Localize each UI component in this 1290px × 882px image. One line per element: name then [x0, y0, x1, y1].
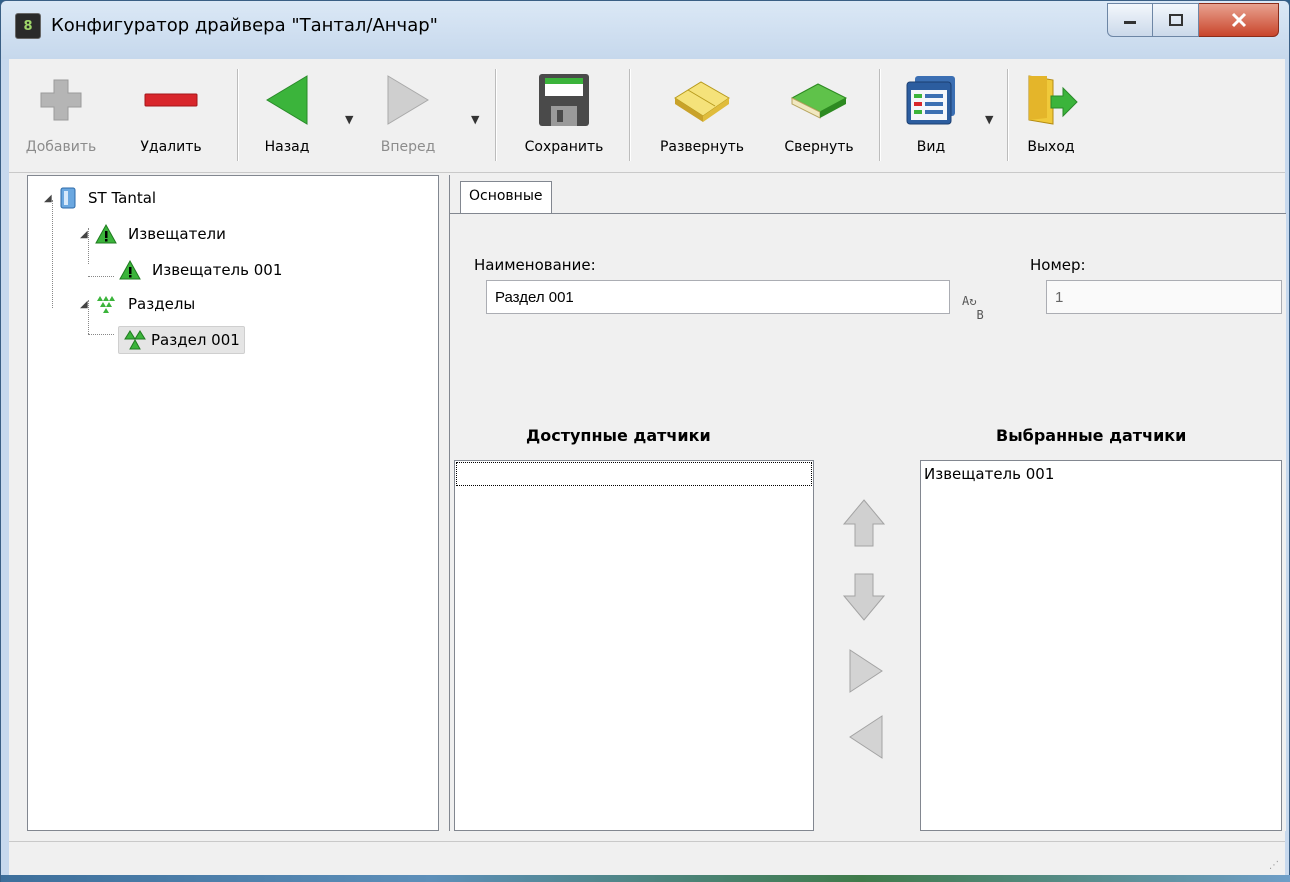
number-label: Номер: — [1030, 256, 1086, 274]
config-tree[interactable]: ◢ ST Tantal ◢ Извещатели Извещатель 001 … — [27, 175, 439, 831]
view-dropdown-icon[interactable]: ▼ — [985, 113, 993, 126]
collapse-triangle-icon[interactable]: ◢ — [80, 299, 94, 310]
close-icon — [1231, 12, 1246, 28]
maximize-icon — [1168, 14, 1183, 26]
collapse-label: Свернуть — [784, 139, 854, 155]
section-icon — [124, 330, 146, 350]
list-item[interactable]: Извещатель 001 — [921, 461, 1281, 487]
move-down-arrow-icon[interactable] — [842, 572, 886, 622]
minimize-icon — [1124, 21, 1136, 24]
tab-main[interactable]: Основные — [460, 181, 552, 213]
view-label: Вид — [916, 139, 946, 155]
forward-arrow-icon — [376, 65, 440, 135]
tree-label: Извещатели — [128, 225, 226, 243]
number-field[interactable] — [1046, 280, 1282, 314]
tree-node-root[interactable]: ◢ ST Tantal — [44, 184, 160, 212]
toolbar: Добавить Удалить Назад ▼ Вперед ▼ Сохран… — [9, 59, 1285, 173]
title-bar[interactable]: 8 Конфигуратор драйвера "Тантал/Анчар" — [1, 1, 1289, 59]
add-button[interactable]: Добавить — [19, 65, 103, 169]
app-icon: 8 — [15, 13, 41, 39]
tree-line — [52, 200, 53, 308]
save-button[interactable]: Сохранить — [509, 65, 619, 169]
collapse-triangle-icon[interactable]: ◢ — [80, 229, 94, 240]
toolbar-separator — [237, 69, 238, 161]
view-button[interactable]: Вид — [895, 65, 967, 169]
minus-icon — [139, 65, 203, 135]
back-dropdown-icon[interactable]: ▼ — [345, 113, 353, 126]
add-label: Добавить — [25, 139, 97, 155]
delete-button[interactable]: Удалить — [133, 65, 209, 169]
forward-dropdown-icon[interactable]: ▼ — [471, 113, 479, 126]
window-title: Конфигуратор драйвера "Тантал/Анчар" — [51, 15, 438, 36]
available-sensors-list[interactable] — [454, 460, 814, 831]
expand-button[interactable]: Развернуть — [643, 65, 761, 169]
device-icon — [60, 187, 76, 209]
exit-button[interactable]: Выход — [1017, 65, 1085, 169]
splitter[interactable] — [443, 175, 447, 831]
resize-grip-icon[interactable]: ⋰ — [1269, 860, 1279, 871]
collapse-triangle-icon[interactable]: ◢ — [44, 193, 58, 204]
tree-line — [88, 334, 114, 335]
tab-panel-main: Наименование: A↻ B Номер: Доступные датч… — [450, 214, 1286, 831]
floppy-disk-icon — [532, 65, 596, 135]
properties-panel: Основные Наименование: A↻ B Номер: Досту… — [449, 175, 1286, 831]
tree-node-detector-001[interactable]: Извещатель 001 — [118, 256, 286, 284]
tree-node-detectors[interactable]: ◢ Извещатели — [80, 220, 230, 248]
plus-icon — [29, 65, 93, 135]
back-label: Назад — [264, 139, 310, 155]
warning-triangle-icon — [95, 223, 117, 244]
expand-label: Развернуть — [659, 139, 745, 155]
forward-button[interactable]: Вперед — [373, 65, 443, 169]
add-to-selected-arrow-icon[interactable] — [846, 646, 886, 696]
view-window-icon — [899, 65, 963, 135]
toolbar-separator — [1007, 69, 1008, 161]
save-label: Сохранить — [524, 139, 604, 155]
toolbar-separator — [879, 69, 880, 161]
tree-label: Извещатель 001 — [152, 261, 283, 279]
tree-label: Раздел 001 — [151, 331, 240, 349]
close-button[interactable] — [1199, 3, 1279, 37]
exit-door-icon — [1019, 65, 1083, 135]
window-controls — [1107, 3, 1279, 37]
toolbar-separator — [495, 69, 496, 161]
move-up-arrow-icon[interactable] — [842, 498, 886, 548]
selected-sensors-list[interactable]: Извещатель 001 — [920, 460, 1282, 831]
closed-book-icon — [787, 65, 851, 135]
name-label: Наименование: — [474, 256, 596, 274]
main-window: 8 Конфигуратор драйвера "Тантал/Анчар" Д… — [0, 0, 1290, 882]
maximize-button[interactable] — [1153, 3, 1199, 37]
exit-label: Выход — [1027, 139, 1075, 155]
open-book-icon — [670, 65, 734, 135]
main-content: ◢ ST Tantal ◢ Извещатели Извещатель 001 … — [9, 173, 1286, 841]
name-field[interactable] — [486, 280, 950, 314]
back-button[interactable]: Назад — [257, 65, 317, 169]
back-arrow-icon — [255, 65, 319, 135]
remove-from-selected-arrow-icon[interactable] — [846, 712, 886, 762]
warning-triangle-icon — [119, 259, 141, 280]
minimize-button[interactable] — [1107, 3, 1153, 37]
tree-label: ST Tantal — [88, 189, 157, 207]
sections-group-icon — [97, 296, 115, 313]
rename-swap-icon[interactable]: A↻ B — [962, 294, 984, 322]
tree-selected-item: Раздел 001 — [118, 326, 245, 354]
selected-sensors-title: Выбранные датчики — [996, 426, 1187, 445]
tree-node-section-001[interactable]: Раздел 001 — [118, 326, 245, 354]
tree-node-sections[interactable]: ◢ Разделы — [80, 290, 199, 318]
collapse-button[interactable]: Свернуть — [767, 65, 871, 169]
delete-label: Удалить — [140, 139, 202, 155]
available-sensors-title: Доступные датчики — [526, 426, 711, 445]
status-bar: ⋰ — [9, 841, 1285, 875]
tree-label: Разделы — [128, 295, 196, 313]
toolbar-separator — [629, 69, 630, 161]
tree-line — [88, 276, 114, 277]
forward-label: Вперед — [380, 139, 436, 155]
focus-rectangle — [456, 462, 812, 486]
